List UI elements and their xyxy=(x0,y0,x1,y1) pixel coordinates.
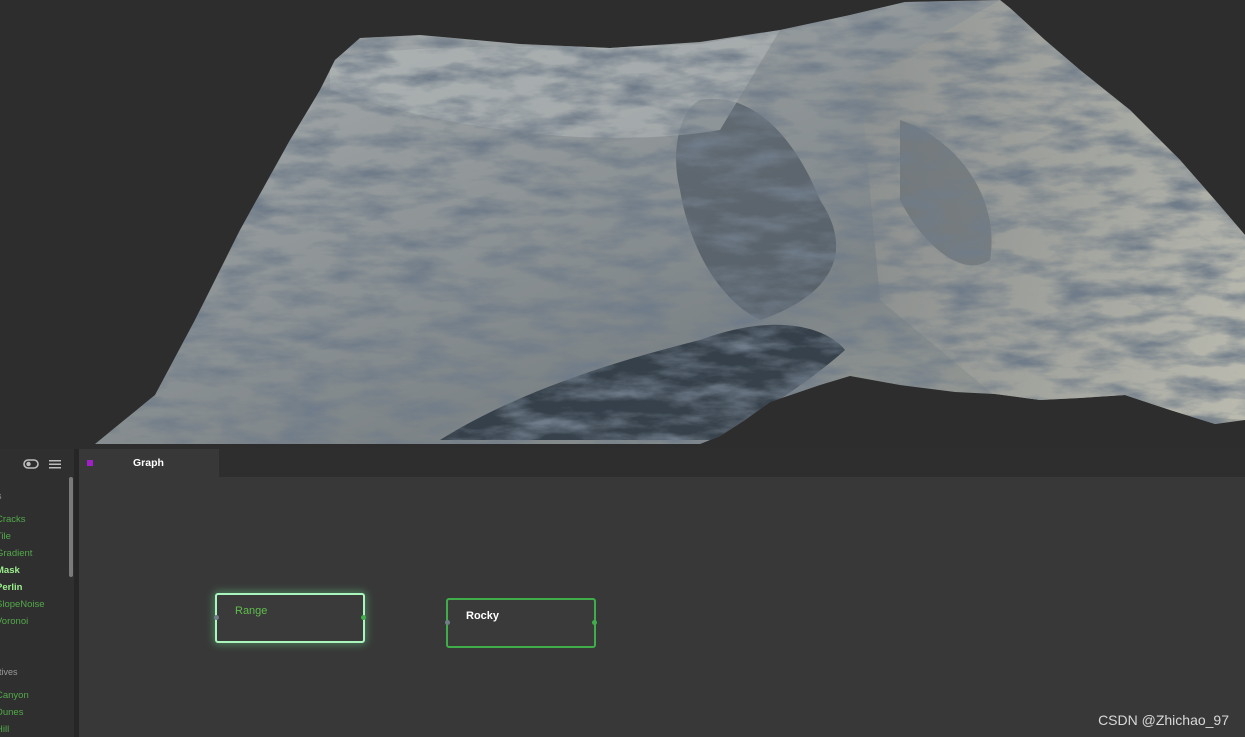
category-header: s xyxy=(0,491,2,501)
library-item-gradient[interactable]: Gradient xyxy=(0,548,32,559)
tab-color-indicator xyxy=(87,460,93,466)
node-input-port[interactable] xyxy=(214,615,219,620)
node-range[interactable]: Range xyxy=(214,593,366,643)
node-title: Range xyxy=(235,605,268,617)
tab-label: Graph xyxy=(133,457,164,469)
watermark: CSDN @Zhichao_97 xyxy=(1098,712,1229,728)
sidebar-toolbar xyxy=(0,449,74,477)
node-input-port[interactable] xyxy=(445,620,450,625)
toggle-icon[interactable] xyxy=(23,457,39,469)
node-output-port[interactable] xyxy=(592,620,597,625)
library-item-hill[interactable]: Hill xyxy=(0,724,9,735)
sidebar-scrollbar[interactable] xyxy=(69,477,73,577)
node-output-port[interactable] xyxy=(361,615,366,620)
node-library-sidebar: s Cracks Tile Gradient Mask Perlin Slope… xyxy=(0,449,74,737)
graph-canvas[interactable]: Range Rocky xyxy=(79,477,1245,737)
library-item-cracks[interactable]: Cracks xyxy=(0,514,26,525)
library-item-dunes[interactable]: Dunes xyxy=(0,707,23,718)
library-item-perlin[interactable]: Perlin xyxy=(0,582,22,593)
category-header: itives xyxy=(0,667,18,677)
library-item-tile[interactable]: Tile xyxy=(0,531,11,542)
library-item-mask[interactable]: Mask xyxy=(0,565,20,576)
node-title: Rocky xyxy=(466,610,500,622)
library-item-voronoi[interactable]: Voronoi xyxy=(0,616,28,627)
graph-panel: Graph Range Rocky xyxy=(79,449,1245,737)
library-list: s Cracks Tile Gradient Mask Perlin Slope… xyxy=(0,477,74,737)
terrain-viewport[interactable] xyxy=(0,0,1245,449)
bottom-panel: s Cracks Tile Gradient Mask Perlin Slope… xyxy=(0,449,1245,737)
tab-bar: Graph xyxy=(79,449,1245,477)
terrain-render xyxy=(95,0,1245,444)
menu-icon[interactable] xyxy=(47,457,63,469)
library-item-slopenoise[interactable]: SlopeNoise xyxy=(0,599,45,610)
app-root: s Cracks Tile Gradient Mask Perlin Slope… xyxy=(0,0,1245,737)
tab-graph[interactable]: Graph xyxy=(79,449,219,477)
node-rocky[interactable]: Rocky xyxy=(445,598,597,648)
library-item-canyon[interactable]: Canyon xyxy=(0,690,29,701)
